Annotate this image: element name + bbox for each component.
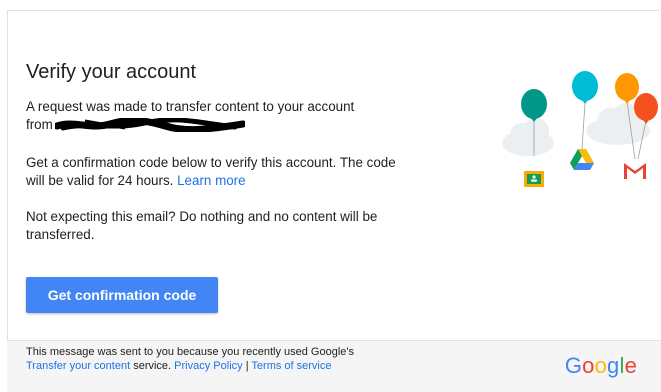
footer-text: This message was sent to you because you… — [26, 345, 376, 373]
balloons-illustration — [502, 71, 658, 187]
gmail-icon — [623, 162, 647, 180]
logo-letter: e — [624, 353, 637, 378]
footer-separator: | — [245, 360, 249, 372]
logo-letter: G — [564, 353, 583, 378]
intro-text: A request was made to transfer content t… — [26, 98, 406, 134]
not-expecting-text: Not expecting this email? Do nothing and… — [26, 209, 378, 242]
from-label: from — [26, 117, 53, 132]
confirmation-text: Get a confirmation code below to verify … — [26, 154, 406, 190]
logo-letter: o — [582, 353, 595, 378]
logo-letter: o — [594, 353, 608, 378]
footer-text-before: This message was sent to you because you… — [26, 346, 355, 358]
page-title: Verify your account — [26, 61, 197, 83]
logo-letter: g — [607, 353, 620, 378]
intro-line: A request was made to transfer content t… — [26, 99, 355, 114]
balloon-icon — [615, 73, 639, 104]
privacy-policy-link[interactable]: Privacy Policy — [174, 360, 242, 372]
terms-of-service-link[interactable]: Terms of service — [251, 360, 331, 372]
redacted-email-scribble — [54, 118, 245, 133]
balloon-icon — [572, 71, 598, 104]
get-confirmation-code-button[interactable]: Get confirmation code — [26, 277, 218, 313]
footer: This message was sent to you because you… — [7, 340, 661, 392]
classroom-icon — [524, 171, 544, 187]
email-card: Verify your account A request was made t… — [7, 10, 659, 390]
footer-text-after: service. — [133, 360, 172, 372]
google-logo: Google — [565, 353, 637, 379]
drive-icon — [570, 149, 594, 170]
cloud-icon — [502, 118, 554, 156]
transfer-content-link[interactable]: Transfer your content — [26, 360, 130, 372]
balloon-icon — [521, 89, 547, 122]
learn-more-link[interactable]: Learn more — [177, 173, 245, 188]
